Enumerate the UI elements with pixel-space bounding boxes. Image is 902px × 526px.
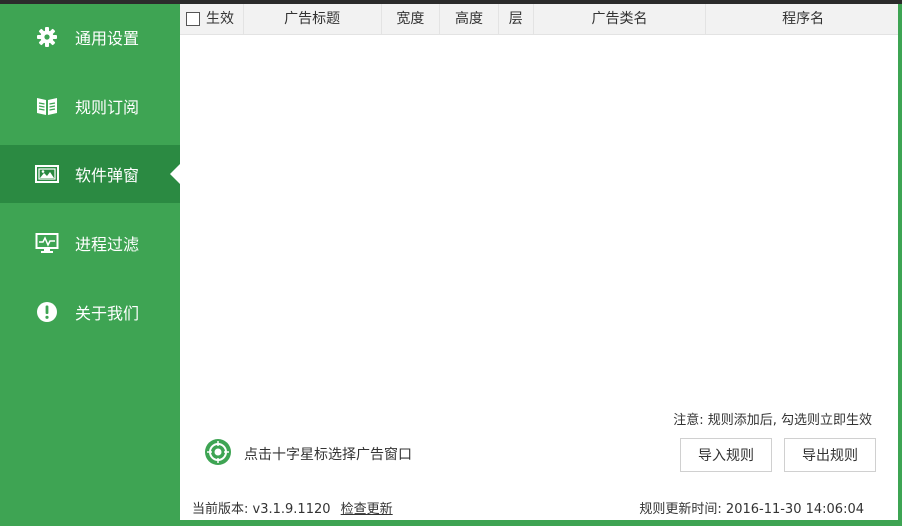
- sidebar: 通用设置 规则订阅 软件弹窗 进程过滤 关于我们: [0, 4, 180, 520]
- book-icon: [35, 94, 59, 118]
- sidebar-item-label: 关于我们: [75, 304, 140, 323]
- active-indicator: [170, 164, 180, 184]
- sidebar-item-rule-subscription[interactable]: 规则订阅: [0, 77, 180, 135]
- sidebar-item-label: 软件弹窗: [75, 166, 140, 185]
- update-time-value: 2016-11-30 14:06:04: [725, 502, 864, 517]
- export-rules-button[interactable]: 导出规则: [784, 438, 876, 472]
- gear-icon: [35, 25, 59, 49]
- sidebar-item-software-popup[interactable]: 软件弹窗: [0, 145, 180, 203]
- column-height[interactable]: 高度: [440, 4, 499, 34]
- update-time-label: 规则更新时间:: [639, 502, 722, 517]
- column-ad-title[interactable]: 广告标题: [244, 4, 382, 34]
- sidebar-item-label: 进程过滤: [75, 235, 140, 254]
- table-header: 生效 广告标题 宽度 高度 层 广告类名 程序名: [180, 4, 900, 35]
- column-ad-class-name[interactable]: 广告类名: [534, 4, 707, 34]
- rule-note: 注意: 规则添加后, 勾选则立即生效: [673, 413, 872, 428]
- version-info: 当前版本: v3.1.9.1120 检查更新: [192, 498, 393, 517]
- monitor-icon: [35, 231, 59, 255]
- import-rules-button[interactable]: 导入规则: [680, 438, 772, 472]
- picture-icon: [35, 162, 59, 186]
- window-right-border: [898, 4, 902, 526]
- sidebar-item-label: 规则订阅: [75, 98, 140, 117]
- column-layer[interactable]: 层: [499, 4, 534, 34]
- sidebar-item-process-filter[interactable]: 进程过滤: [0, 214, 180, 272]
- rule-update-time: 规则更新时间: 2016-11-30 14:06:04: [639, 498, 864, 517]
- window-bottom-border: [0, 520, 902, 526]
- check-update-link[interactable]: 检查更新: [341, 502, 393, 517]
- column-program-name[interactable]: 程序名: [706, 4, 900, 34]
- table-body: [180, 35, 900, 395]
- column-enabled[interactable]: 生效: [180, 4, 244, 34]
- select-all-checkbox[interactable]: [186, 12, 200, 26]
- crosshair-label: 点击十字星标选择广告窗口: [244, 447, 412, 463]
- info-icon: [35, 300, 59, 324]
- crosshair-icon[interactable]: [204, 438, 232, 470]
- sidebar-item-general-settings[interactable]: 通用设置: [0, 8, 180, 66]
- column-width[interactable]: 宽度: [382, 4, 441, 34]
- crosshair-selector[interactable]: 点击十字星标选择广告窗口: [204, 438, 412, 470]
- sidebar-item-about-us[interactable]: 关于我们: [0, 283, 180, 341]
- sidebar-item-label: 通用设置: [75, 29, 140, 48]
- main-panel: 生效 广告标题 宽度 高度 层 广告类名 程序名 注意: 规则添加后, 勾选则立…: [180, 4, 900, 524]
- version-label: 当前版本:: [192, 502, 249, 517]
- version-number: v3.1.9.1120: [252, 502, 331, 517]
